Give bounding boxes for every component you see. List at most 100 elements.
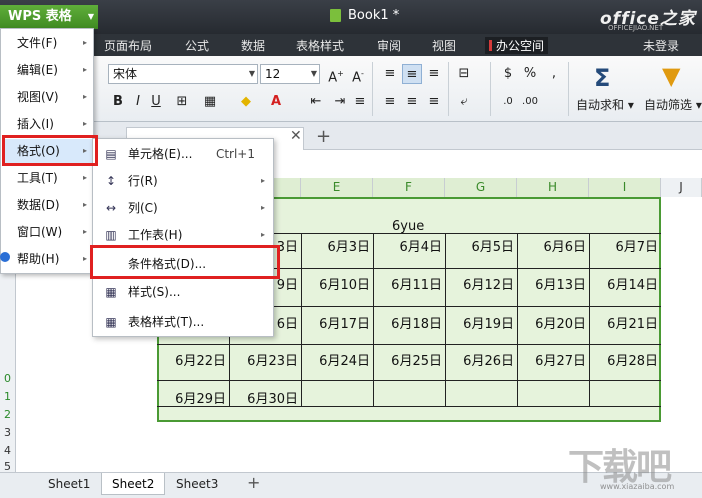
row-header[interactable]: 1 [0, 390, 15, 403]
menu-item-edit[interactable]: 编辑(E) ▸ [2, 58, 93, 82]
italic-button[interactable]: I [128, 92, 148, 112]
tab-review[interactable]: 审阅 [377, 37, 401, 54]
chevron-right-icon: ▸ [82, 119, 87, 128]
menu-item-window[interactable]: 窗口(W) ▸ [2, 220, 93, 244]
align-bottom-icon[interactable]: ≡ [424, 64, 444, 84]
sheet-tab-1[interactable]: Sheet1 [38, 473, 100, 495]
table-cell[interactable]: 6月7日 [589, 236, 661, 255]
autofilter-button[interactable]: 自动筛选 ▾ [644, 96, 702, 113]
table-cell[interactable]: 6月30日 [229, 388, 301, 407]
close-icon[interactable]: ✕ [290, 128, 302, 144]
autofilter-icon[interactable]: ▼ [662, 62, 680, 90]
percent-button[interactable]: % [520, 64, 540, 84]
menu-item-file[interactable]: 文件(F) ▸ [2, 31, 93, 55]
table-cell[interactable]: 6月12日 [445, 274, 517, 293]
table-cell[interactable]: 6月19日 [445, 313, 517, 332]
grid-line [157, 344, 661, 345]
sheet-tab-3[interactable]: Sheet3 [166, 473, 228, 495]
row-header[interactable]: 0 [0, 372, 15, 385]
tab-view[interactable]: 视图 [432, 37, 456, 54]
sheet-tab-2[interactable]: Sheet2 [101, 473, 166, 495]
indent-decrease-icon[interactable]: ⇤ [306, 92, 326, 112]
row-header[interactable]: 3 [0, 426, 15, 439]
column-icon: ↔ [105, 201, 117, 215]
style-icon: ▦ [105, 285, 117, 299]
table-cell[interactable]: 6月10日 [301, 274, 373, 293]
table-cell[interactable]: 6月25日 [373, 350, 445, 369]
table-cell[interactable]: 6月28日 [589, 350, 661, 369]
column-header-i[interactable]: I [589, 178, 661, 197]
align-middle-icon[interactable]: ≡ [402, 64, 422, 84]
align-top-icon[interactable]: ≡ [380, 64, 400, 84]
column-header-j[interactable]: J [661, 178, 702, 197]
table-cell[interactable]: 6月20日 [517, 313, 589, 332]
border-icon[interactable]: ⊞ [172, 92, 192, 112]
decimal-decrease-icon[interactable]: .00 [520, 92, 540, 112]
autosum-icon[interactable]: Σ [594, 64, 610, 92]
autosum-button[interactable]: 自动求和 ▾ [576, 96, 634, 113]
submenu-item-table-style[interactable]: ▦ 表格样式(T)... [94, 309, 273, 335]
cell-style-icon[interactable]: ▦ [200, 92, 220, 112]
tab-formulas[interactable]: 公式 [185, 37, 209, 54]
column-header-g[interactable]: G [445, 178, 517, 197]
table-cell[interactable]: 6月26日 [445, 350, 517, 369]
submenu-item-cells[interactable]: ▤ 单元格(E)... Ctrl+1 [94, 141, 273, 167]
align-right-icon[interactable]: ≡ [424, 92, 444, 112]
tab-page-layout[interactable]: 页面布局 [104, 37, 152, 54]
submenu-item-column[interactable]: ↔ 列(C) ▸ [94, 195, 273, 221]
wrap-text-icon[interactable]: ≡ [350, 92, 370, 112]
table-cell[interactable]: 6月5日 [445, 236, 517, 255]
tab-data[interactable]: 数据 [241, 37, 265, 54]
sheet-title-cell[interactable]: 6yue [392, 219, 424, 234]
submenu-item-row[interactable]: ↕ 行(R) ▸ [94, 168, 273, 194]
submenu-item-style[interactable]: ▦ 样式(S)... [94, 279, 273, 305]
merge-cells-icon[interactable]: ⊟ [454, 64, 474, 84]
font-shrink-icon[interactable]: A- [348, 64, 368, 85]
table-cell[interactable]: 6月14日 [589, 274, 661, 293]
menu-item-view[interactable]: 视图(V) ▸ [2, 85, 93, 109]
table-cell[interactable]: 6月27日 [517, 350, 589, 369]
tab-office-space[interactable]: 办公空间 [485, 37, 549, 54]
menu-item-tools[interactable]: 工具(T) ▸ [2, 166, 93, 190]
table-cell[interactable]: 6月6日 [517, 236, 589, 255]
table-cell[interactable]: 6月23日 [229, 350, 301, 369]
font-color-icon[interactable]: A [266, 92, 286, 112]
font-name-select[interactable]: 宋体 ▼ [108, 64, 258, 84]
comma-button[interactable]: , [544, 64, 564, 84]
menu-item-insert[interactable]: 插入(I) ▸ [2, 112, 93, 136]
column-header-f[interactable]: F [373, 178, 445, 197]
add-sheet-icon[interactable]: + [247, 473, 260, 492]
menu-item-help[interactable]: 帮助(H) ▸ [2, 247, 93, 271]
fill-color-icon[interactable]: ◆ [236, 92, 256, 112]
currency-icon[interactable]: $ [498, 64, 518, 84]
font-grow-icon[interactable]: A+ [326, 64, 346, 85]
menu-item-data[interactable]: 数据(D) ▸ [2, 193, 93, 217]
wps-menu-button[interactable]: WPS 表格 ▼ [0, 5, 98, 29]
row-header[interactable]: 4 [0, 444, 15, 457]
table-cell[interactable]: 6月29日 [157, 388, 229, 407]
table-cell[interactable]: 6月21日 [589, 313, 661, 332]
table-cell[interactable]: 6月4日 [373, 236, 445, 255]
row-header[interactable]: 2 [0, 408, 15, 421]
table-cell[interactable]: 6月17日 [301, 313, 373, 332]
new-tab-icon[interactable]: + [316, 126, 331, 147]
table-cell[interactable]: 6月24日 [301, 350, 373, 369]
login-status[interactable]: 未登录 [643, 37, 679, 54]
indent-increase-icon[interactable]: ⇥ [330, 92, 350, 112]
table-cell[interactable]: 6月18日 [373, 313, 445, 332]
align-center-icon[interactable]: ≡ [402, 92, 422, 112]
table-cell[interactable]: 6月13日 [517, 274, 589, 293]
text-direction-icon[interactable]: ⤶ [454, 92, 474, 112]
decimal-increase-icon[interactable]: .0 [498, 92, 518, 112]
font-size-select[interactable]: 12 ▼ [260, 64, 320, 84]
table-cell[interactable]: 6月3日 [301, 236, 373, 255]
align-left-icon[interactable]: ≡ [380, 92, 400, 112]
bold-button[interactable]: B [108, 92, 128, 112]
table-cell[interactable]: 6月11日 [373, 274, 445, 293]
column-header-h[interactable]: H [517, 178, 589, 197]
tab-table-style[interactable]: 表格样式 [296, 37, 344, 54]
highlight-conditional-format [90, 245, 280, 279]
column-header-e[interactable]: E [301, 178, 373, 197]
underline-button[interactable]: U [146, 92, 166, 112]
table-cell[interactable]: 6月22日 [157, 350, 229, 369]
